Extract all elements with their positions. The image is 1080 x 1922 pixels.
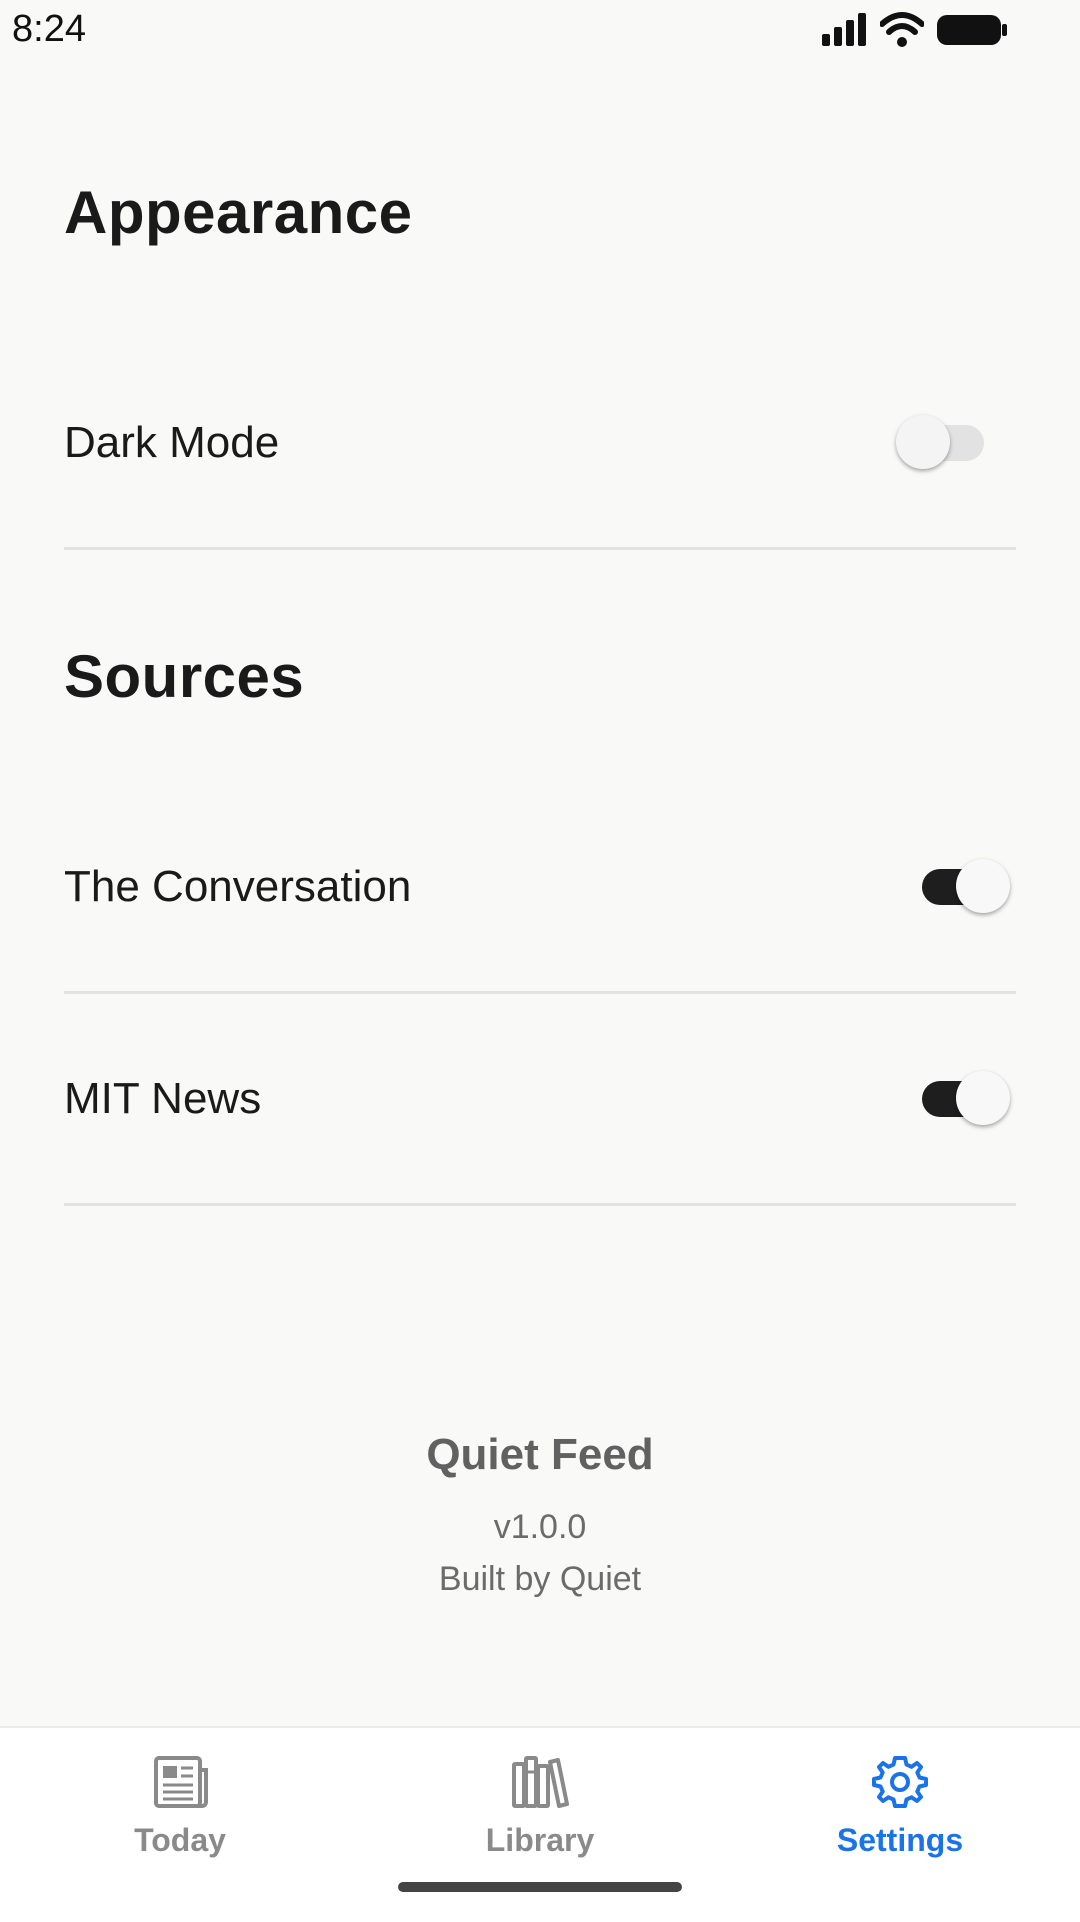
wifi-icon [880,12,924,47]
source-row-the-conversation: The Conversation [64,782,1016,994]
toggle-knob [956,858,1010,913]
nav-label-library: Library [485,1822,595,1858]
app-name: Quiet Feed [426,1430,654,1479]
app-version: v1.0.0 [493,1508,587,1546]
nav-item-settings[interactable]: Settings [720,1728,1080,1878]
newspaper-icon [154,1756,208,1808]
toggle-knob [956,1070,1010,1125]
bottom-nav: Today Library Settings [0,1726,1080,1922]
status-time: 8:24 [12,8,86,50]
source-row-mit-news: MIT News [64,994,1016,1206]
dark-mode-row: Dark Mode [64,338,1016,550]
appearance-section-title: Appearance [64,179,413,246]
nav-label-today: Today [134,1822,226,1858]
status-bar: 8:24 [0,0,1080,62]
battery-icon [937,15,1007,45]
nav-item-library[interactable]: Library [360,1728,720,1878]
status-icons [822,12,1008,48]
source-label: The Conversation [64,861,412,911]
home-indicator [398,1882,682,1892]
source-label: MIT News [64,1073,262,1123]
dark-mode-label: Dark Mode [64,417,280,467]
sources-section-title: Sources [64,643,305,710]
library-icon [512,1756,569,1808]
nav-label-settings: Settings [836,1822,964,1858]
gear-icon [872,1756,928,1808]
signal-icon [822,13,866,46]
toggle-knob [896,414,950,469]
dark-mode-toggle[interactable] [896,414,984,469]
the-conversation-toggle[interactable] [922,858,1010,913]
app-credit: Built by Quiet [438,1560,642,1598]
nav-item-today[interactable]: Today [0,1728,360,1878]
mit-news-toggle[interactable] [922,1070,1010,1125]
